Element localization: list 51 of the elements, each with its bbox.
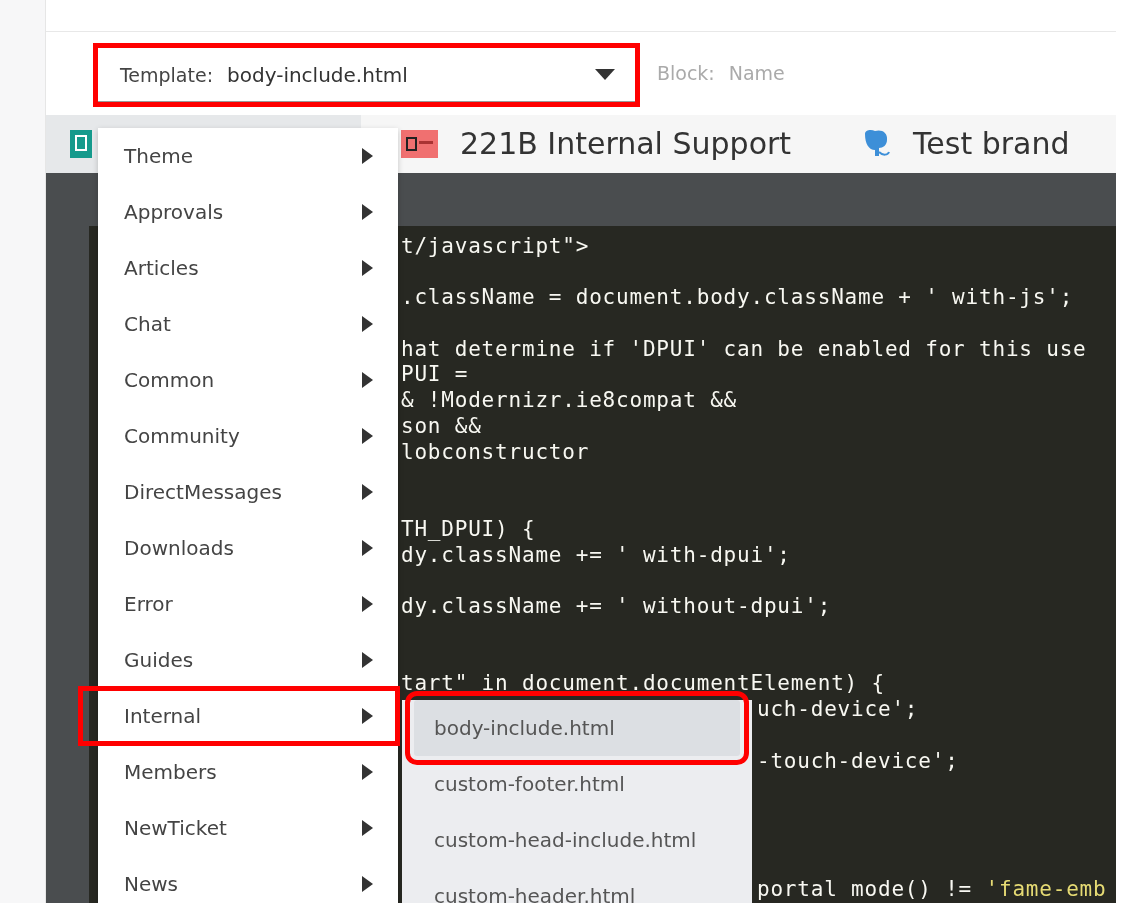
- arrow-icon: [362, 708, 373, 724]
- submenu-item[interactable]: custom-header.html: [414, 868, 740, 903]
- code-line: dy.className += ' with-dpui';: [400, 542, 791, 569]
- arrow-icon: [362, 820, 373, 836]
- submenu-item[interactable]: custom-head-include.html: [414, 812, 740, 868]
- arrow-icon: [362, 596, 373, 612]
- submenu-item[interactable]: custom-footer.html: [414, 756, 740, 812]
- code-line: portal mode() != 'fame-emb: [756, 877, 1107, 903]
- arrow-icon: [362, 484, 373, 500]
- code-line: .className = document.body.className + ' with-js';: [400, 285, 1074, 311]
- menu-item[interactable]: Error: [98, 576, 398, 632]
- menu-item[interactable]: News: [98, 856, 398, 903]
- menu-item[interactable]: Members: [98, 744, 398, 800]
- building-icon: [400, 129, 438, 158]
- arrow-icon: [362, 372, 373, 388]
- code-line: dy.className += ' without-dpui';: [400, 594, 832, 620]
- arrow-icon: [362, 428, 373, 444]
- building-icon: [69, 129, 92, 158]
- arrow-icon: [362, 316, 373, 332]
- menu-item[interactable]: Community: [98, 408, 398, 464]
- arrow-icon: [362, 204, 373, 220]
- brand-name[interactable]: Test brand: [913, 126, 1070, 161]
- menu-item[interactable]: Chat: [98, 296, 398, 352]
- menu-item[interactable]: Guides: [98, 632, 398, 688]
- code-line: uch-device';: [756, 697, 919, 723]
- code-line: lobconstructor: [400, 439, 590, 466]
- menu-item[interactable]: Downloads: [98, 520, 398, 576]
- code-line: & !Modernizr.ie8compat &&: [400, 388, 738, 414]
- brand-name[interactable]: 221B Internal Support: [459, 126, 792, 161]
- menu-item[interactable]: Theme: [98, 128, 398, 184]
- menu-item[interactable]: Approvals: [98, 184, 398, 240]
- code-line: tart" in document.documentElement) {: [400, 671, 885, 697]
- code-line: PUI =: [400, 362, 469, 388]
- arrow-icon: [362, 652, 373, 668]
- code-line: t/javascript">: [400, 233, 590, 260]
- arrow-icon: [362, 260, 373, 276]
- code-line: son &&: [400, 413, 482, 440]
- menu-item[interactable]: DirectMessages: [98, 464, 398, 520]
- menu-item[interactable]: Common: [98, 352, 398, 408]
- caret-icon: [594, 69, 615, 81]
- menu-item[interactable]: NewTicket: [98, 800, 398, 856]
- arrow-icon: [362, 876, 373, 892]
- menu-item[interactable]: Articles: [98, 240, 398, 296]
- menu-item[interactable]: Internal: [80, 688, 398, 744]
- arrow-icon: [362, 148, 373, 164]
- code-line: TH_DPUI) {: [400, 516, 536, 543]
- code-line: -touch-device';: [756, 748, 959, 775]
- template-select[interactable]: Template: body-include.html: [97, 48, 635, 103]
- arrow-icon: [362, 764, 373, 780]
- code-line: hat determine if 'DPUI' can be enabled for this use: [400, 336, 1087, 363]
- arrow-icon: [362, 540, 373, 556]
